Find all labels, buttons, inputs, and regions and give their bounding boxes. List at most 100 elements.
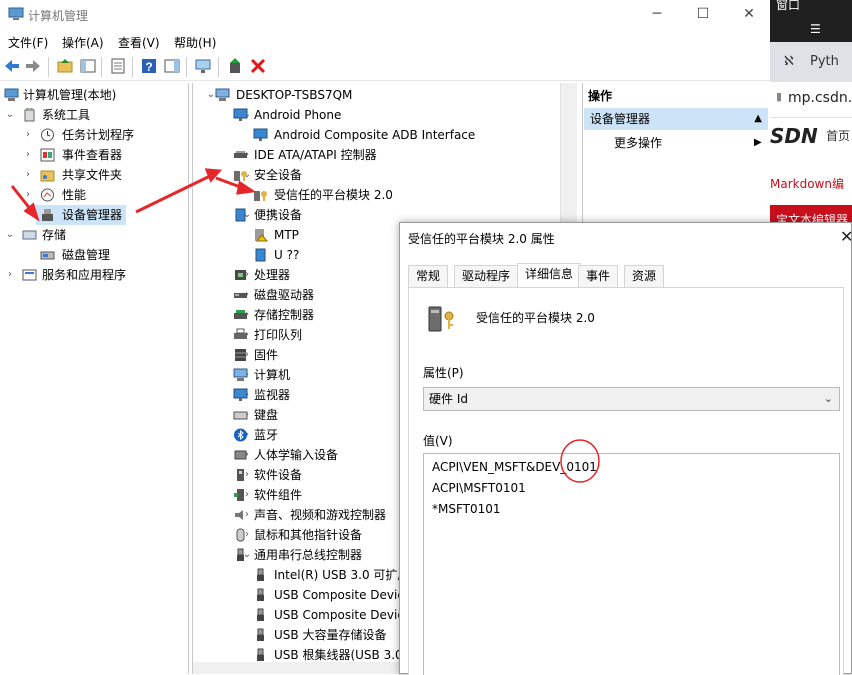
property-select[interactable]: 硬件 Id ⌄ — [423, 387, 840, 411]
chevron-down-icon[interactable]: ⌄ — [4, 225, 16, 245]
tree-item-computer-management[interactable]: 计算机管理(本地) — [0, 85, 188, 105]
menu-view[interactable]: 查看(V) — [118, 34, 160, 51]
device-tree-item[interactable]: ⌄ DESKTOP-TSBS7QM — [193, 85, 561, 105]
tab-events[interactable]: 事件 — [578, 265, 619, 287]
monitor-icon — [253, 128, 268, 141]
tree-item-disk-management[interactable]: 磁盘管理 — [0, 245, 188, 265]
browser-tab-title[interactable]: Pyth — [810, 54, 839, 69]
tree-item-label: 共享文件夹 — [62, 168, 123, 182]
performance-icon — [41, 188, 54, 202]
chevron-right-icon[interactable]: › — [22, 165, 34, 185]
menu-help[interactable]: 帮助(H) — [174, 34, 216, 51]
device-tree-label: Intel(R) USB 3.0 可扩展 — [274, 568, 410, 582]
value-item[interactable]: ACPI\VEN_MSFT&DEV_0101 — [432, 460, 597, 474]
portable-device-icon — [235, 208, 246, 222]
device-tree-item[interactable]: 受信任的平台模块 2.0 — [193, 185, 561, 205]
usb-icon — [237, 548, 244, 561]
up-folder-icon[interactable] — [56, 57, 74, 75]
chevron-right-icon[interactable]: › — [4, 265, 16, 285]
scan-hardware-icon[interactable] — [194, 57, 212, 75]
portable-device-icon — [255, 248, 266, 262]
computer-icon — [215, 88, 230, 101]
tree-item-services-apps[interactable]: › 服务和应用程序 — [0, 265, 188, 285]
tab-driver[interactable]: 驱动程序 — [454, 265, 519, 287]
menu-icon[interactable]: ☰ — [810, 22, 821, 36]
back-arrow-icon[interactable] — [3, 57, 21, 75]
tree-item-label: 存储 — [42, 228, 67, 242]
software-device-icon — [237, 469, 244, 481]
usb-icon — [257, 568, 264, 581]
device-tree-label: Android Composite ADB Interface — [274, 128, 476, 142]
forward-arrow-icon[interactable] — [24, 57, 42, 75]
maximize-button[interactable]: ☐ — [680, 0, 726, 30]
markdown-link[interactable]: Markdown编 — [770, 175, 844, 192]
tree-item-label: 系统工具 — [42, 108, 91, 122]
browser-top-bar: 窗口 ☰ — [770, 0, 852, 42]
usb-icon — [257, 628, 264, 641]
device-tree-item[interactable]: ⌄ 安全设备 — [193, 165, 561, 185]
update-driver-icon[interactable] — [226, 57, 244, 75]
device-tree-label: 人体学输入设备 — [254, 448, 339, 462]
warning-icon — [255, 229, 268, 242]
chevron-down-icon[interactable]: ⌄ — [4, 105, 16, 125]
menu-file[interactable]: 文件(F) — [8, 34, 48, 51]
tree-item-label: 服务和应用程序 — [42, 268, 127, 282]
actions-section-device-manager[interactable]: 设备管理器 ▲ — [584, 108, 768, 130]
tree-item-label: 磁盘管理 — [62, 248, 111, 262]
system-tools-icon — [24, 108, 35, 122]
chevron-down-icon: ⌄ — [823, 392, 833, 405]
device-tree-label: DESKTOP-TSBS7QM — [236, 88, 353, 102]
uninstall-device-icon[interactable] — [249, 57, 267, 75]
tree-item-device-manager[interactable]: 设备管理器 — [36, 205, 126, 225]
tree-item-shared-folders[interactable]: › 共享文件夹 — [0, 165, 188, 185]
device-tree-label: 监视器 — [254, 388, 291, 402]
close-button[interactable]: ✕ — [726, 0, 772, 30]
tree-item-system-tools[interactable]: ⌄ 系统工具 — [0, 105, 188, 125]
value-list[interactable]: ACPI\VEN_MSFT&DEV_0101 ACPI\MSFT0101 *MS… — [423, 453, 840, 675]
storage-controller-icon — [234, 310, 247, 319]
tab-details[interactable]: 详细信息 — [517, 263, 582, 288]
clock-icon — [41, 128, 54, 142]
chevron-right-icon[interactable]: › — [22, 125, 34, 145]
device-tree-label: 鼠标和其他指针设备 — [254, 528, 363, 542]
dialog-close-icon[interactable]: ✕ — [840, 227, 852, 246]
device-tree-label: 存储控制器 — [254, 308, 315, 322]
menu-action[interactable]: 操作(A) — [62, 34, 104, 51]
tree-item-task-scheduler[interactable]: › 任务计划程序 — [0, 125, 188, 145]
monitor-icon — [233, 108, 248, 121]
csdn-home-link[interactable]: 首页 — [826, 127, 850, 144]
help-icon[interactable]: ? — [140, 57, 158, 75]
chevron-right-icon[interactable]: › — [22, 185, 34, 205]
minimize-button[interactable]: ─ — [634, 0, 680, 30]
properties-icon[interactable] — [109, 57, 127, 75]
more-actions-item[interactable]: 更多操作 ▶ — [614, 133, 766, 153]
usb-icon — [257, 588, 264, 601]
browser-tab-strip: ℵ Pyth — [770, 42, 852, 82]
tree-item-performance[interactable]: › 性能 — [0, 185, 188, 205]
device-tree-label: 计算机 — [254, 368, 291, 382]
tree-item-event-viewer[interactable]: › 事件查看器 — [0, 145, 188, 165]
show-console-tree-icon[interactable] — [79, 57, 97, 75]
tab-general[interactable]: 常规 — [408, 265, 449, 287]
tab-resources[interactable]: 资源 — [624, 265, 665, 287]
value-item[interactable]: ACPI\MSFT0101 — [432, 481, 526, 495]
value-item[interactable]: *MSFT0101 — [432, 502, 501, 516]
device-tree-item[interactable]: ⌄Android Phone — [193, 105, 561, 125]
device-tree-label: USB Composite Device — [274, 608, 412, 622]
browser-address-bar[interactable]: ▮ mp.csdn.n — [770, 82, 852, 118]
dialog-title: 受信任的平台模块 2.0 属性 — [408, 232, 555, 246]
monitor-icon — [233, 388, 248, 401]
device-tree-item[interactable]: Android Composite ADB Interface — [193, 125, 561, 145]
submenu-arrow-icon: ▶ — [754, 137, 762, 148]
property-selected-value: 硬件 Id — [429, 392, 468, 406]
show-action-pane-icon[interactable] — [163, 57, 181, 75]
actions-section-label: 设备管理器 — [590, 112, 651, 126]
tree-item-storage[interactable]: ⌄ 存储 — [0, 225, 188, 245]
collapse-up-icon[interactable]: ▲ — [754, 108, 762, 130]
disk-controller-icon — [234, 151, 247, 158]
csdn-content: Markdown编 — [770, 155, 852, 210]
device-tree-item[interactable]: ›IDE ATA/ATAPI 控制器 — [193, 145, 561, 165]
tree-item-label: 任务计划程序 — [62, 128, 135, 142]
chevron-right-icon[interactable]: › — [22, 145, 34, 165]
speaker-icon — [235, 510, 243, 520]
